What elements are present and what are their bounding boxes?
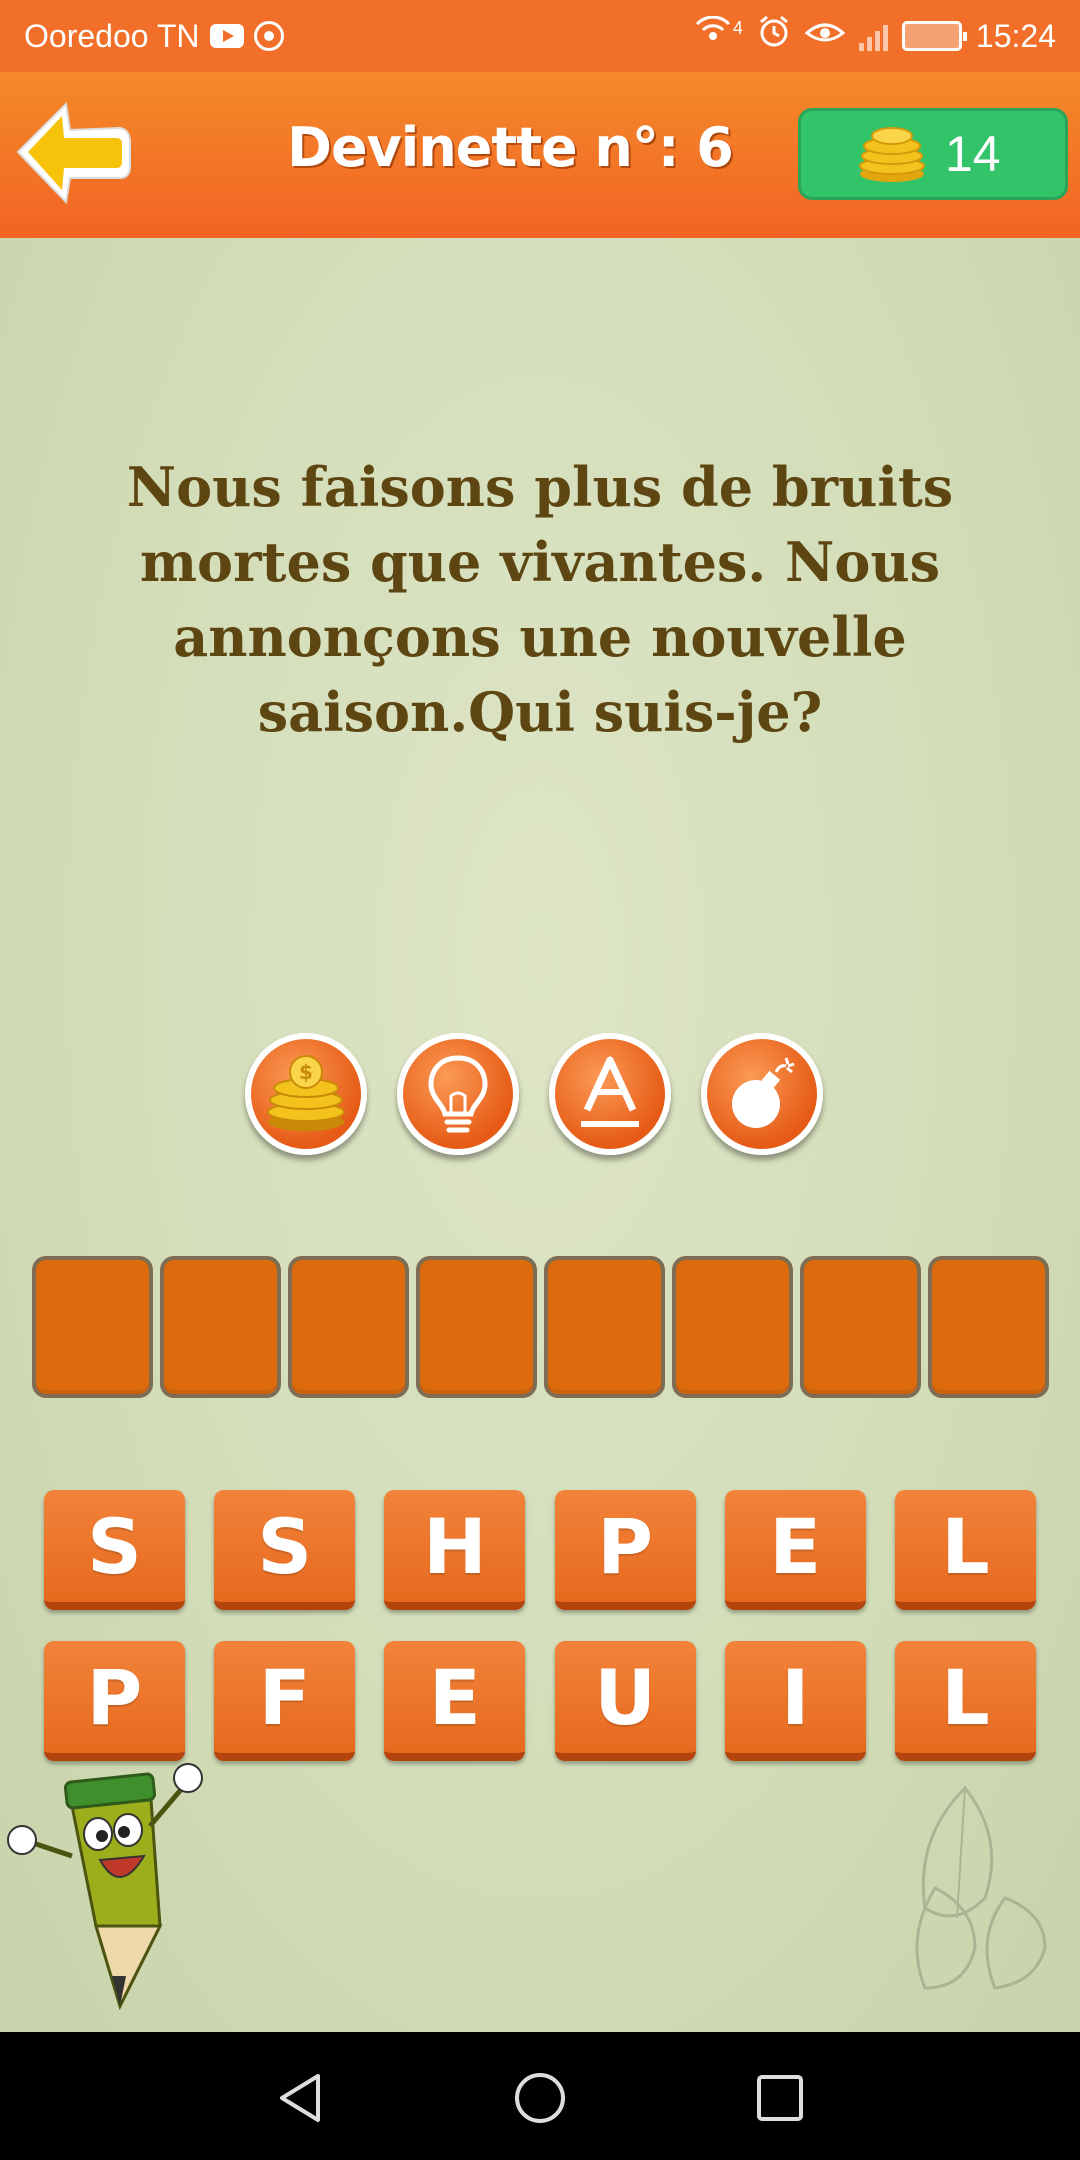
letter-key[interactable]: S <box>214 1490 356 1610</box>
answer-slots <box>32 1256 1049 1398</box>
youtube-icon <box>209 24 244 48</box>
navigation-bar <box>0 2032 1080 2160</box>
letter-key[interactable]: L <box>894 1641 1036 1761</box>
signal-icon <box>858 21 888 51</box>
status-bar: Ooredoo TN 4 15:24 <box>0 0 1080 72</box>
letter-key[interactable]: P <box>554 1490 696 1610</box>
answer-slot[interactable] <box>288 1256 409 1398</box>
recents-nav-icon[interactable] <box>752 2070 808 2126</box>
battery-icon <box>901 21 967 51</box>
carrier-name: Ooredoo TN <box>24 17 200 54</box>
answer-slot[interactable] <box>32 1256 153 1398</box>
page-title: Devinette n°: 6 <box>287 116 734 179</box>
riddle-line: mortes que vivantes. Nous <box>139 530 941 594</box>
answer-slot[interactable] <box>672 1256 793 1398</box>
answer-slot[interactable] <box>416 1256 537 1398</box>
alarm-icon <box>757 15 791 57</box>
eye-comfort-icon <box>804 17 846 55</box>
coin-count: 14 <box>945 126 1001 182</box>
answer-slot[interactable] <box>544 1256 665 1398</box>
riddle-line: Nous faisons plus de bruits <box>126 455 954 519</box>
letter-key[interactable]: U <box>554 1641 696 1761</box>
header: Devinette n°: 6 14 <box>0 72 1080 238</box>
buy-coins-button[interactable]: $ <box>245 1033 367 1155</box>
lightbulb-icon <box>428 1055 488 1133</box>
coin-balance[interactable]: 14 <box>798 108 1068 200</box>
answer-slot[interactable] <box>800 1256 921 1398</box>
hint-button[interactable] <box>397 1033 519 1155</box>
game-area: Nous faisons plus de bruits mortes que v… <box>0 238 1080 2032</box>
coins-icon: $ <box>267 1055 345 1131</box>
letter-a-icon <box>581 1056 639 1127</box>
svg-text:$: $ <box>299 1060 313 1084</box>
riddle-line: saison.Qui suis-je? <box>257 680 823 744</box>
powerups-bar: $ <box>245 1033 823 1155</box>
reveal-letter-button[interactable] <box>549 1033 671 1155</box>
letter-key[interactable]: E <box>384 1641 526 1761</box>
letter-key[interactable]: I <box>724 1641 866 1761</box>
wifi-icon <box>695 15 735 56</box>
letter-keys-row-2: P F E U I L <box>44 1641 1036 1761</box>
letter-key[interactable]: P <box>44 1641 185 1761</box>
letter-key[interactable]: H <box>384 1490 526 1610</box>
letter-key[interactable]: E <box>724 1490 866 1610</box>
letter-key[interactable]: S <box>44 1490 185 1610</box>
pencil-mascot <box>7 1763 203 2011</box>
clock: 15:24 <box>975 17 1056 54</box>
letter-keys-row-1: S S H P E L <box>44 1490 1036 1610</box>
coins-icon <box>859 127 925 182</box>
answer-slot[interactable] <box>928 1256 1049 1398</box>
back-nav-icon[interactable] <box>272 2070 328 2126</box>
letter-key[interactable]: F <box>214 1641 356 1761</box>
remove-letters-button[interactable] <box>701 1033 823 1155</box>
network-badge: 4 <box>732 17 743 38</box>
back-button[interactable] <box>12 94 134 212</box>
letter-key[interactable]: L <box>894 1490 1036 1610</box>
home-nav-icon[interactable] <box>512 2070 568 2126</box>
back-arrow-icon <box>16 101 131 205</box>
bomb-icon <box>732 1057 795 1128</box>
answer-slot[interactable] <box>160 1256 281 1398</box>
riddle-text: Nous faisons plus de bruits mortes que v… <box>90 450 990 750</box>
leaf-decoration <box>915 1785 1047 1990</box>
hotspot-icon <box>253 21 284 51</box>
riddle-line: annonçons une nouvelle <box>173 605 907 669</box>
